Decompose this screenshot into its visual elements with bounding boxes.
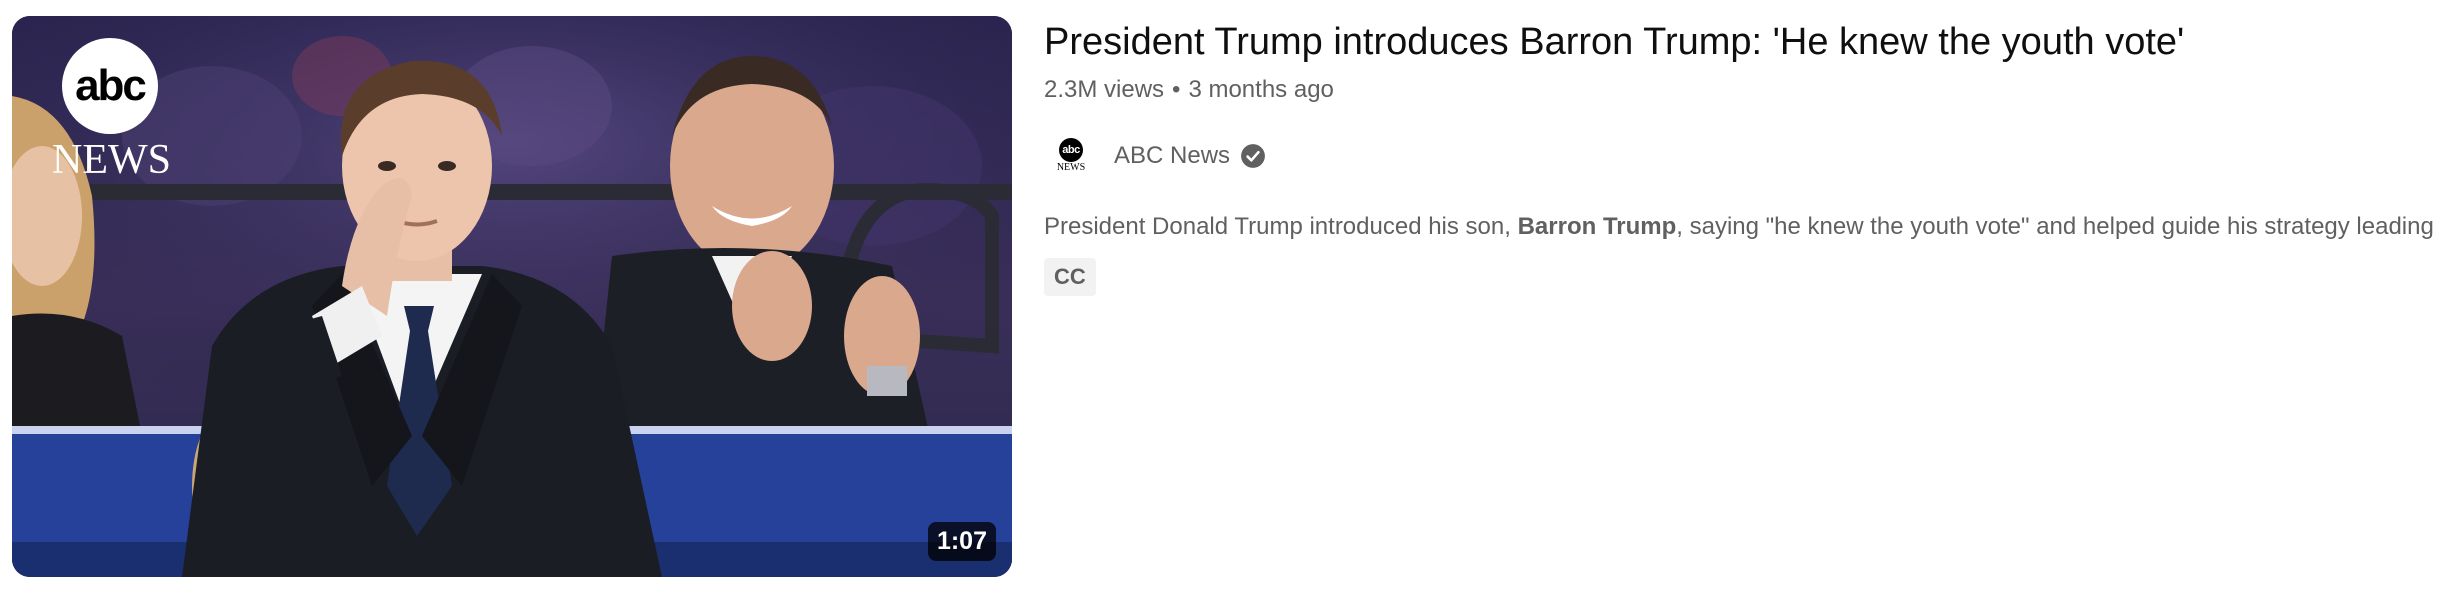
upload-age: 3 months ago: [1188, 76, 1334, 103]
abc-logo-circle: abc: [62, 38, 158, 134]
abc-news-logo: abc NEWS: [52, 38, 182, 188]
avatar-logo-circle: abc: [1059, 138, 1083, 162]
video-result[interactable]: abc NEWS 1:07 President Trump introduces…: [0, 0, 2452, 598]
video-thumbnail[interactable]: abc NEWS 1:07: [12, 16, 1012, 577]
video-metadata: 2.3M views • 3 months ago: [1044, 74, 2439, 106]
meta-separator: •: [1172, 76, 1181, 103]
duration-badge: 1:07: [927, 522, 996, 561]
abc-logo-news-text: NEWS: [52, 137, 171, 183]
video-details: President Trump introduces Barron Trump:…: [1044, 16, 2439, 296]
channel-link[interactable]: abc NEWS ABC News: [1044, 134, 2439, 178]
view-count: 2.3M views: [1044, 76, 1165, 103]
channel-avatar[interactable]: abc NEWS: [1050, 136, 1090, 176]
verified-check-icon: [1241, 144, 1265, 168]
description-suffix: , saying "he knew the youth vote" and he…: [1676, 213, 2439, 240]
avatar-logo-news-text: NEWS: [1056, 162, 1086, 173]
video-description-snippet: President Donald Trump introduced his so…: [1044, 210, 2439, 244]
description-highlight: Barron Trump: [1517, 213, 1677, 240]
channel-name[interactable]: ABC News: [1114, 142, 1230, 170]
cc-badge: CC: [1044, 258, 1096, 296]
video-title-link[interactable]: President Trump introduces Barron Trump:…: [1044, 16, 2439, 68]
description-prefix: President Donald Trump introduced his so…: [1044, 213, 1518, 240]
